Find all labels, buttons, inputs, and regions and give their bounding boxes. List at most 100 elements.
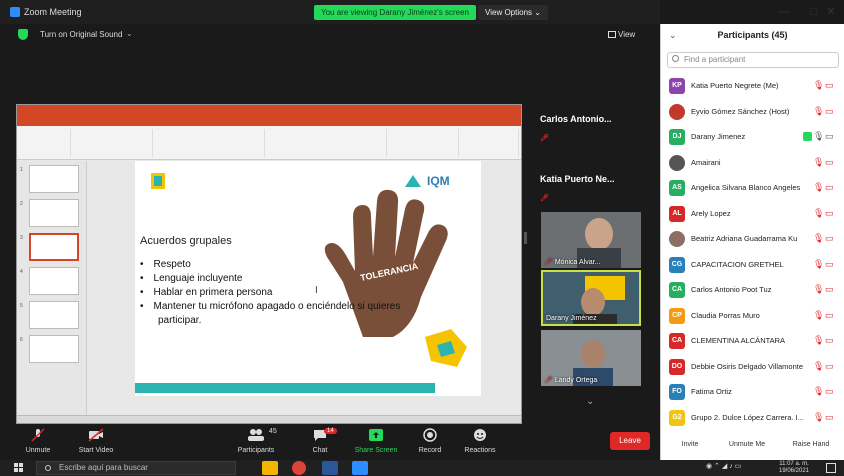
- chat-badge: 14: [324, 428, 337, 434]
- reactions-button[interactable]: Reactions: [450, 428, 510, 458]
- windows-start-icon[interactable]: [14, 463, 24, 473]
- video-header-name: Katia Puerto Ne...: [540, 174, 615, 184]
- participant-row[interactable]: Beatriz Adriana Guadarrama Ku 🎙︎ ▭: [661, 227, 844, 252]
- shield-icon[interactable]: [18, 29, 28, 40]
- file-explorer-icon[interactable]: [262, 461, 278, 475]
- meeting-top-bar: Turn on Original Sound ⌄ View: [0, 24, 660, 46]
- grid-icon[interactable]: [608, 31, 616, 38]
- ribbon-group: [155, 129, 265, 157]
- zoom-taskbar-icon[interactable]: [352, 461, 368, 475]
- slide-bullet-list: Respeto Lenguaje incluyente Hablar en pr…: [140, 258, 440, 328]
- muted-mic-icon: 🎙︎: [813, 80, 825, 90]
- participant-row[interactable]: AL Arely Lopez 🎙︎ ▭: [661, 202, 844, 227]
- chevron-down-icon[interactable]: ⌄: [669, 24, 677, 46]
- muted-mic-icon: 🎙︎: [813, 284, 825, 294]
- bullet-item: Hablar en primera persona: [140, 286, 440, 300]
- muted-mic-icon: 🎙︎: [813, 258, 825, 269]
- muted-mic-icon: 🎙︎: [813, 411, 825, 422]
- participant-row[interactable]: CG CAPACITACION GRETHEL 🎙︎ ▭: [661, 253, 844, 278]
- participant-row[interactable]: DJ Darany Jimenez 🎙︎ ▭: [661, 125, 844, 150]
- muted-mic-icon: 🎙︎: [813, 233, 825, 243]
- clock-time: 11:07 a. m.: [779, 461, 809, 467]
- start-video-button[interactable]: Start Video: [66, 428, 126, 458]
- unmute-button[interactable]: Unmute: [8, 428, 68, 458]
- search-icon: [45, 465, 51, 471]
- participant-row[interactable]: CP Claudia Porras Muro 🎙︎ ▭: [661, 304, 844, 329]
- chrome-icon[interactable]: [292, 461, 306, 475]
- invite-button[interactable]: Invite: [673, 437, 707, 453]
- system-tray[interactable]: ◉ ⌃ ◢ ♪ ▭: [706, 462, 741, 470]
- participant-avatar: CA: [669, 333, 685, 349]
- participant-row[interactable]: AS Angelica Silvana Blanco Angeles 🎙︎ ▭: [661, 176, 844, 201]
- video-off-icon: ▭: [825, 207, 834, 218]
- panel-split-handle[interactable]: [524, 232, 527, 244]
- video-off-icon: ▭: [825, 284, 834, 294]
- participant-name: Fatima Ortiz: [691, 387, 732, 396]
- slide-thumbnail[interactable]: [29, 199, 79, 227]
- participant-row[interactable]: CA Carlos Antonio Poot Tuz 🎙︎ ▭: [661, 278, 844, 303]
- find-participant-input[interactable]: Find a participant: [667, 52, 839, 68]
- original-sound-button[interactable]: Turn on Original Sound: [40, 30, 122, 39]
- video-tile[interactable]: 🎤︎ Landy Ortega: [541, 330, 641, 386]
- slide-thumbnail[interactable]: [29, 165, 79, 193]
- participant-row[interactable]: Amairani 🎙︎ ▭: [661, 151, 844, 176]
- slide-thumbnail[interactable]: [29, 335, 79, 363]
- reactions-icon: [474, 429, 486, 441]
- participant-row[interactable]: DO Debbie Osiris Delgado Villamonte 🎙︎ ▭: [661, 355, 844, 380]
- chat-button[interactable]: 14 Chat: [290, 428, 350, 458]
- ppt-title-bar: [17, 105, 521, 117]
- muted-mic-icon: 🎙︎: [813, 207, 825, 218]
- clock[interactable]: 11:07 a. m. 19/06/2021: [774, 461, 814, 475]
- bullet-item: Mantener tu micrófono apagado o enciénde…: [140, 300, 440, 328]
- slide-thumbnail[interactable]: [29, 267, 79, 295]
- video-tile-name-only[interactable]: Carlos Antonio... 🎤︎: [540, 114, 640, 142]
- thumb-number: 2: [20, 201, 23, 207]
- muted-mic-icon: 🎤︎: [540, 195, 549, 202]
- unmute-label: Unmute: [25, 447, 51, 454]
- notifications-icon[interactable]: [826, 463, 836, 473]
- view-button[interactable]: View: [618, 30, 635, 39]
- chevron-down-icon[interactable]: ⌄: [126, 29, 133, 38]
- thumb-number: 3: [20, 235, 23, 241]
- ppt-status-bar: [17, 415, 521, 423]
- participants-panel-footer: Invite Unmute Me Raise Hand: [661, 432, 844, 458]
- video-tile-name-only[interactable]: Katia Puerto Ne... 🎤︎: [540, 174, 640, 202]
- window-title: Zoom Meeting: [24, 7, 82, 17]
- muted-mic-icon: 🎙︎: [813, 156, 825, 167]
- chevron-down-icon[interactable]: ⌄: [586, 396, 594, 407]
- slide-thumbnail[interactable]: [29, 301, 79, 329]
- video-tile-active-speaker[interactable]: Darany Jiménez: [541, 270, 641, 326]
- thumb-number: 1: [20, 167, 23, 173]
- participant-row[interactable]: G2 Grupo 2. Dulce López Carrera. I... 🎙︎ ▭: [661, 406, 844, 431]
- participant-avatar: CG: [669, 256, 685, 273]
- participant-avatar: KP: [669, 78, 685, 94]
- taskbar-search-input[interactable]: Escribe aquí para buscar: [36, 461, 236, 475]
- slide-thumbnail-selected[interactable]: [29, 233, 79, 261]
- participant-avatar: AS: [669, 180, 685, 196]
- participant-avatar: CP: [669, 307, 685, 324]
- leave-button[interactable]: Leave: [610, 432, 650, 450]
- start-video-label: Start Video: [78, 447, 114, 454]
- word-icon[interactable]: [322, 461, 338, 475]
- ppt-ribbon-tabs: [17, 117, 521, 126]
- participant-row[interactable]: FO Fatima Ortiz 🎙︎ ▭: [661, 380, 844, 405]
- participants-panel: ⌄ Participants (45) Find a participant K…: [660, 24, 844, 460]
- participant-name: Debbie Osiris Delgado Villamonte: [691, 361, 804, 371]
- slide-thumbnails: 1 2 3 4 5 6: [17, 161, 87, 417]
- participant-row[interactable]: CA CLEMENTINA ALCÁNTARA 🎙︎ ▭: [661, 329, 844, 354]
- share-screen-button[interactable]: Share Screen: [346, 428, 406, 458]
- participant-photo-avatar: [669, 231, 685, 247]
- close-button[interactable]: ✕: [818, 0, 844, 24]
- video-off-icon: ▭: [825, 386, 834, 396]
- bullet-continuation: participar.: [158, 315, 202, 326]
- participants-button[interactable]: 45 Participants: [226, 428, 286, 458]
- video-name-label: Darany Jiménez: [546, 315, 597, 322]
- raise-hand-button[interactable]: Raise Hand: [785, 437, 837, 453]
- unmute-me-button[interactable]: Unmute Me: [721, 437, 773, 453]
- participant-name: Darany Jimenez: [691, 132, 746, 141]
- ribbon-group: [461, 129, 519, 157]
- participant-row[interactable]: KP Katia Puerto Negrete (Me) 🎙︎ ▭: [661, 74, 844, 99]
- participant-row[interactable]: Eyvio Gómez Sánchez (Host) 🎙︎ ▭: [661, 100, 844, 125]
- view-options-button[interactable]: View Options ⌄: [478, 5, 548, 20]
- video-tile[interactable]: 🎤︎ Mónica Alvar...: [541, 212, 641, 268]
